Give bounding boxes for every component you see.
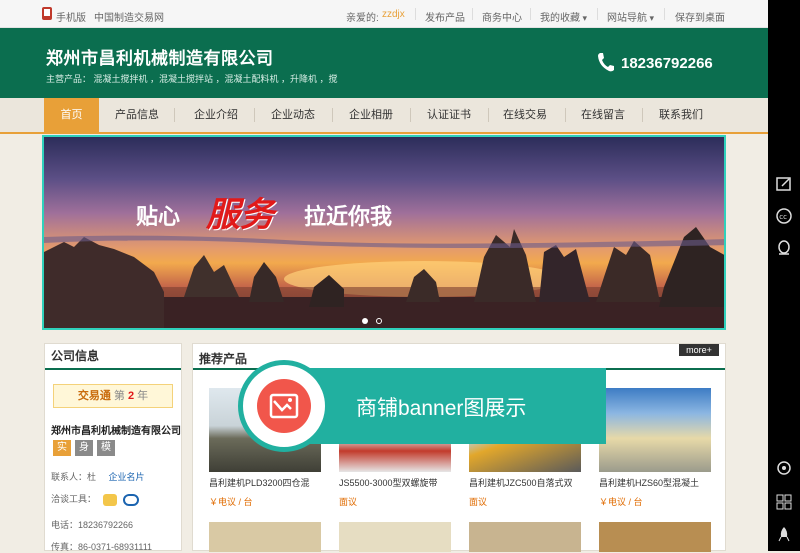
nav-contact[interactable]: 联系我们: [646, 98, 716, 132]
banner-slogan-3: 拉近你我: [304, 204, 393, 229]
right-toolbar: cc: [768, 0, 800, 551]
main-nav: 首页 产品信息 企业介绍 企业动态 企业相册 认证证书 在线交易 在线留言 联系…: [0, 98, 768, 134]
product-card[interactable]: 昌利建机HZS60型混凝土 ￥电议 / 台: [599, 388, 711, 508]
mobile-version-link[interactable]: 手机版: [56, 9, 86, 24]
identity-chip: 身: [75, 440, 93, 456]
greeting-label: 亲爱的:: [346, 13, 379, 24]
main-products: 主营产品： 混凝土搅拌机 ，混凝土搅拌站 ，混凝土配料机 ，升降机 ，搅: [46, 74, 338, 84]
product-price: ￥电议 / 台: [599, 497, 643, 507]
company-header: 郑州市昌利机械制造有限公司 主营产品： 混凝土搅拌机 ，混凝土搅拌站 ，混凝土配…: [0, 28, 768, 98]
nav-about[interactable]: 企业介绍: [181, 98, 251, 132]
site-home-link[interactable]: 中国制造交易网: [94, 9, 164, 24]
publish-product-link[interactable]: 发布产品: [425, 9, 465, 24]
nav-messages[interactable]: 在线留言: [568, 98, 638, 132]
nav-home[interactable]: 首页: [44, 98, 99, 132]
product-price: ￥电议 / 台: [209, 497, 253, 507]
rocket-icon[interactable]: [776, 526, 792, 542]
product-image[interactable]: [469, 522, 581, 552]
company-info-title: 公司信息: [45, 344, 181, 370]
refresh-icon[interactable]: [776, 460, 792, 476]
product-name[interactable]: JS5500-3000型双螺旋带: [339, 476, 451, 489]
grid-icon[interactable]: [776, 494, 792, 510]
product-name[interactable]: 昌利建机HZS60型混凝土: [599, 476, 711, 489]
sidebar-tel: 电话：18236792266: [51, 520, 134, 530]
nav-album[interactable]: 企业相册: [336, 98, 406, 132]
image-icon: [257, 379, 311, 433]
banner-dot-2[interactable]: [376, 318, 382, 324]
product-name[interactable]: 昌利建机PLD3200四仓混: [209, 476, 321, 489]
qq-chat-icon[interactable]: [776, 240, 792, 256]
trade-years-badge: 交易通 第 2 年: [53, 384, 173, 408]
shop-banner[interactable]: 贴心 服务 拉近你我: [42, 135, 726, 330]
product-image[interactable]: [339, 522, 451, 552]
nav-online-trade[interactable]: 在线交易: [490, 98, 560, 132]
more-button[interactable]: more+: [679, 344, 719, 356]
chat-tool-icon[interactable]: [102, 493, 117, 506]
product-image[interactable]: [599, 388, 711, 472]
top-bar: 手机版 中国制造交易网 亲爱的: zzdjx 发布产品 商务中心 我的收藏 网站…: [0, 0, 768, 28]
chat-tools-line: 洽谈工具：: [51, 492, 140, 506]
phone-icon: [598, 53, 614, 72]
svg-text:cc: cc: [779, 213, 787, 221]
save-to-desktop-link[interactable]: 保存到桌面: [675, 9, 725, 24]
contact-line: 联系人：杜 企业名片: [51, 472, 145, 482]
business-card-link[interactable]: 企业名片: [109, 472, 145, 482]
nav-news[interactable]: 企业动态: [258, 98, 328, 132]
site-nav-menu[interactable]: 网站导航: [607, 9, 654, 24]
username-link[interactable]: zzdjx: [382, 9, 405, 20]
mobile-phone-icon[interactable]: [42, 7, 52, 20]
product-name[interactable]: 昌利建机JZC500自落式双: [469, 476, 581, 489]
qq-icon[interactable]: [123, 493, 140, 506]
product-price: 面议: [469, 497, 488, 507]
verified-chip: 实: [53, 440, 71, 456]
sidebar-fax: 传真：86-0371-68931111: [51, 542, 153, 552]
business-center-link[interactable]: 商务中心: [482, 9, 522, 24]
product-image[interactable]: [599, 522, 711, 552]
cc-icon[interactable]: cc: [776, 208, 792, 224]
product-price: 面议: [339, 497, 358, 507]
banner-slogan-1: 贴心: [136, 204, 181, 229]
phone-number: 18236792266: [621, 55, 713, 72]
nav-certificates[interactable]: 认证证书: [414, 98, 484, 132]
banner-showcase-label: 商铺banner图展示: [238, 360, 606, 452]
company-name: 郑州市昌利机械制造有限公司: [46, 49, 274, 68]
product-image[interactable]: [209, 522, 321, 552]
sidebar-company-name: 郑州市昌利机械制造有限公司: [51, 426, 181, 437]
favorites-menu[interactable]: 我的收藏: [540, 9, 587, 24]
banner-slogan-2: 服务: [206, 196, 274, 234]
model-chip: 模: [97, 440, 115, 456]
company-info-panel: 公司信息 交易通 第 2 年 郑州市昌利机械制造有限公司 实 身 模 联系人：杜…: [44, 343, 182, 552]
showcase-label-text: 商铺banner图展示: [356, 397, 527, 420]
nav-products[interactable]: 产品信息: [104, 98, 170, 132]
products-title: 推荐产品: [199, 352, 248, 366]
banner-landscape-image: [44, 227, 724, 328]
banner-dot-1[interactable]: [362, 318, 368, 324]
edit-icon[interactable]: [776, 176, 792, 192]
